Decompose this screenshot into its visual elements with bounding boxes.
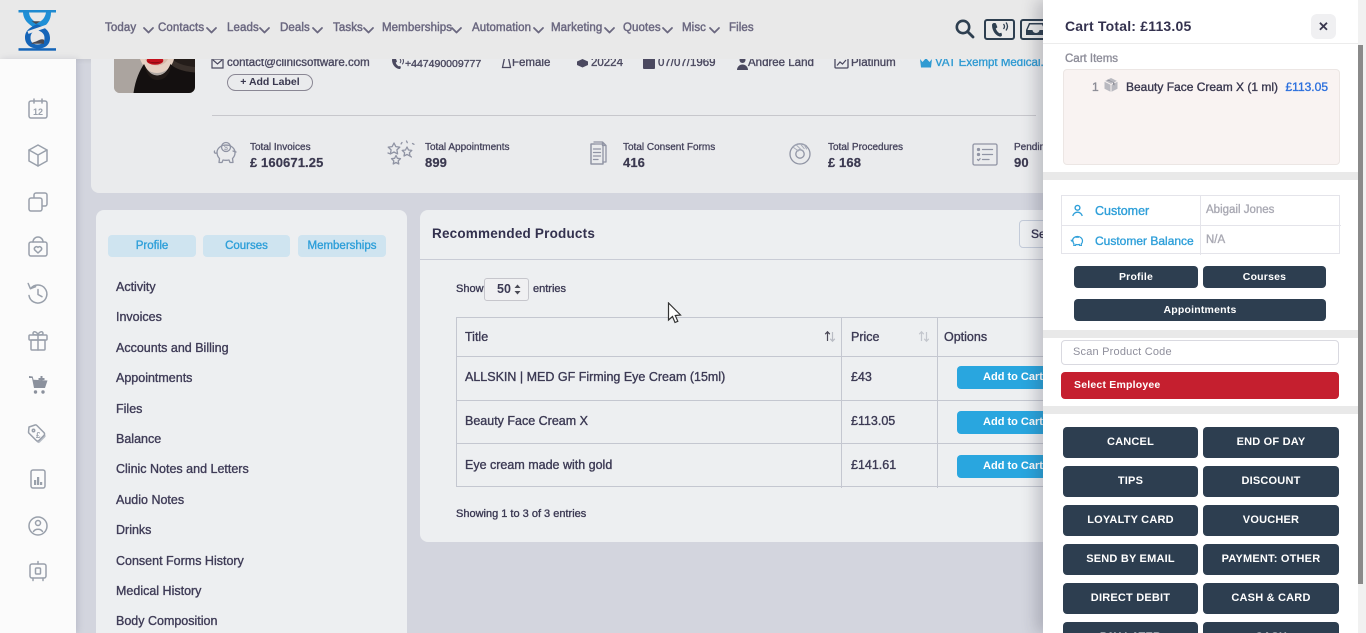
- svg-text:$: $: [224, 145, 228, 152]
- svg-text:12: 12: [33, 107, 43, 117]
- svg-text:£: £: [36, 431, 41, 440]
